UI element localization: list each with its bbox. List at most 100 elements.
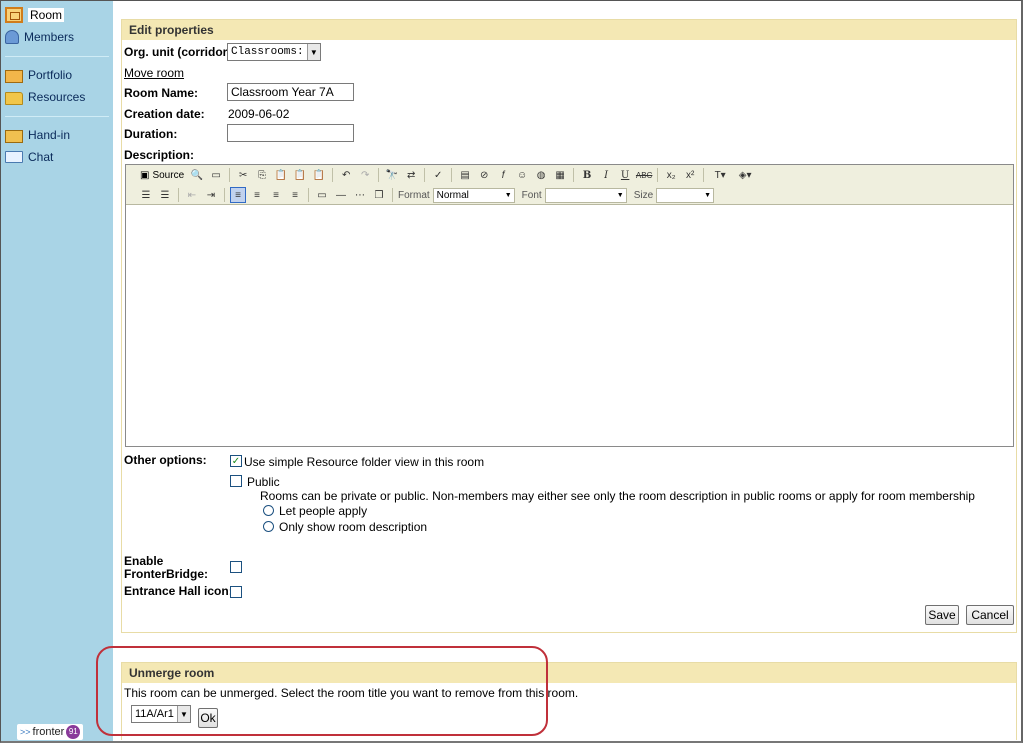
page-break-icon[interactable]: ⋯ xyxy=(352,187,368,203)
paste-text-icon[interactable]: 📋 xyxy=(292,167,308,183)
room-icon xyxy=(5,7,23,23)
toolbar-separator xyxy=(703,168,705,182)
align-center-icon[interactable]: ≡ xyxy=(249,187,265,203)
chat-icon xyxy=(5,151,23,163)
radio-only-show-description-label: Only show room description xyxy=(279,520,428,534)
bold-icon[interactable]: B xyxy=(579,167,595,183)
superscript-icon[interactable]: x² xyxy=(682,167,698,183)
hand-in-icon xyxy=(5,129,23,143)
font-select[interactable]: ▼ xyxy=(544,187,627,203)
size-select[interactable]: ▼ xyxy=(656,187,715,203)
horizontal-rule-icon[interactable]: ― xyxy=(333,187,349,203)
sidebar-item-hand-in[interactable]: Hand-in xyxy=(5,126,70,144)
justify-icon[interactable]: ≡ xyxy=(287,187,303,203)
insert-image-icon[interactable]: ▤ xyxy=(457,167,473,183)
other-options-label: Other options: xyxy=(124,453,207,467)
align-left-icon[interactable]: ≡ xyxy=(230,187,246,203)
description-editor: ▣ Source 🔍 ▭ ✂ ⎘ 📋 📋 📋 ↶ ↷ 🔭 ⇄ ✓ ▤ ⊘ f ☺ … xyxy=(125,164,1014,447)
toolbar-separator xyxy=(224,188,225,202)
unmerge-help-text: This room can be unmerged. Select the ro… xyxy=(124,686,579,700)
formula-icon[interactable]: f xyxy=(495,167,511,183)
sidebar-item-members[interactable]: Members xyxy=(5,28,74,46)
templates-icon[interactable]: ▭ xyxy=(208,167,224,183)
simple-view-checkbox[interactable]: ✓ xyxy=(230,455,242,467)
insert-media-icon[interactable]: ▦ xyxy=(552,167,568,183)
background-color-icon[interactable]: ◈▾ xyxy=(734,167,756,183)
fronterbridge-checkbox[interactable] xyxy=(230,561,242,573)
flash-icon[interactable]: ⊘ xyxy=(476,167,492,183)
find-icon[interactable]: 🔭 xyxy=(384,167,400,183)
sidebar-divider xyxy=(5,56,109,57)
brand-badge: 91 xyxy=(66,725,81,739)
move-room-link-text[interactable]: Move room xyxy=(124,66,184,80)
italic-icon[interactable]: I xyxy=(598,167,614,183)
checkmark-icon: ✓ xyxy=(231,455,241,467)
toolbar-separator xyxy=(451,168,453,182)
paste-icon[interactable]: 📋 xyxy=(273,167,289,183)
cancel-button[interactable]: Cancel xyxy=(966,605,1014,625)
align-right-icon[interactable]: ≡ xyxy=(268,187,284,203)
source-button[interactable]: ▣ Source xyxy=(138,170,186,181)
outdent-icon[interactable]: ⇤ xyxy=(184,187,200,203)
ok-button[interactable]: Ok xyxy=(198,708,218,728)
portfolio-icon xyxy=(5,69,23,83)
numbered-list-icon[interactable]: ☰ xyxy=(138,187,154,203)
creation-date-label: Creation date: xyxy=(124,107,205,121)
format-select[interactable]: Normal ▼ xyxy=(432,187,515,203)
undo-icon[interactable]: ↶ xyxy=(338,167,354,183)
underline-icon[interactable]: U xyxy=(617,167,633,183)
org-unit-value: Classrooms: xyxy=(231,46,304,58)
smiley-icon[interactable]: ☺ xyxy=(514,167,530,183)
source-icon: ▣ xyxy=(140,169,150,181)
brand-logo: >> fronter 91 xyxy=(17,724,84,740)
sidebar-item-chat[interactable]: Chat xyxy=(5,148,53,166)
sidebar-item-resources[interactable]: Resources xyxy=(5,88,85,106)
redo-icon[interactable]: ↷ xyxy=(357,167,373,183)
fronterbridge-label-line1: Enable xyxy=(124,554,164,568)
strikethrough-icon[interactable]: ABC xyxy=(636,167,652,183)
org-unit-select[interactable]: Classrooms: ▼ xyxy=(227,43,321,61)
bulleted-list-icon[interactable]: ☰ xyxy=(157,187,173,203)
duration-input[interactable] xyxy=(227,124,354,142)
toolbar-collapse-handle[interactable] xyxy=(128,169,134,203)
sidebar-item-label: Resources xyxy=(28,90,86,104)
subscript-icon[interactable]: x₂ xyxy=(663,167,679,183)
unmerge-room-select[interactable]: 11A/Ar1 ▼ xyxy=(131,705,191,723)
save-button[interactable]: Save xyxy=(925,605,959,625)
description-label: Description: xyxy=(124,148,195,162)
globe-link-icon[interactable]: ◍ xyxy=(533,167,549,183)
room-name-input[interactable]: Classroom Year 7A xyxy=(227,83,354,101)
chevron-down-icon: ▼ xyxy=(504,191,512,199)
format-value: Normal xyxy=(436,189,469,201)
chevron-down-icon: ▼ xyxy=(306,44,320,60)
table-icon[interactable]: ▭ xyxy=(314,187,330,203)
sidebar-item-label: Hand-in xyxy=(28,128,71,142)
replace-icon[interactable]: ⇄ xyxy=(403,167,419,183)
public-checkbox[interactable] xyxy=(230,475,242,487)
source-label: Source xyxy=(152,169,185,181)
copy-icon[interactable]: ⎘ xyxy=(254,167,270,183)
cut-icon[interactable]: ✂ xyxy=(235,167,251,183)
sidebar: Room Members Portfolio Resources Hand-in… xyxy=(1,1,113,741)
move-room-link[interactable]: Move room xyxy=(124,66,184,80)
sidebar-item-portfolio[interactable]: Portfolio xyxy=(5,66,72,84)
format-label: Format xyxy=(398,189,430,201)
spellcheck-icon[interactable]: ✓ xyxy=(430,167,446,183)
toolbar-separator xyxy=(392,188,393,202)
unmerge-room-value: 11A/Ar1 xyxy=(135,708,174,720)
entrance-hall-checkbox[interactable] xyxy=(230,586,242,598)
special-object-icon[interactable]: ❒ xyxy=(371,187,387,203)
public-label: Public xyxy=(247,475,280,489)
text-color-icon[interactable]: T▾ xyxy=(709,167,731,183)
radio-only-show-description[interactable] xyxy=(263,521,274,532)
sidebar-item-room[interactable]: Room xyxy=(5,6,65,24)
members-icon xyxy=(5,30,19,44)
paste-word-icon[interactable]: 📋 xyxy=(311,167,327,183)
editor-content-area[interactable] xyxy=(126,206,1013,446)
preview-icon[interactable]: 🔍 xyxy=(189,167,205,183)
sidebar-item-label: Members xyxy=(24,30,75,44)
indent-icon[interactable]: ⇥ xyxy=(203,187,219,203)
radio-let-people-apply[interactable] xyxy=(263,505,274,516)
toolbar-separator xyxy=(332,168,334,182)
simple-view-label: Use simple Resource folder view in this … xyxy=(244,455,485,469)
